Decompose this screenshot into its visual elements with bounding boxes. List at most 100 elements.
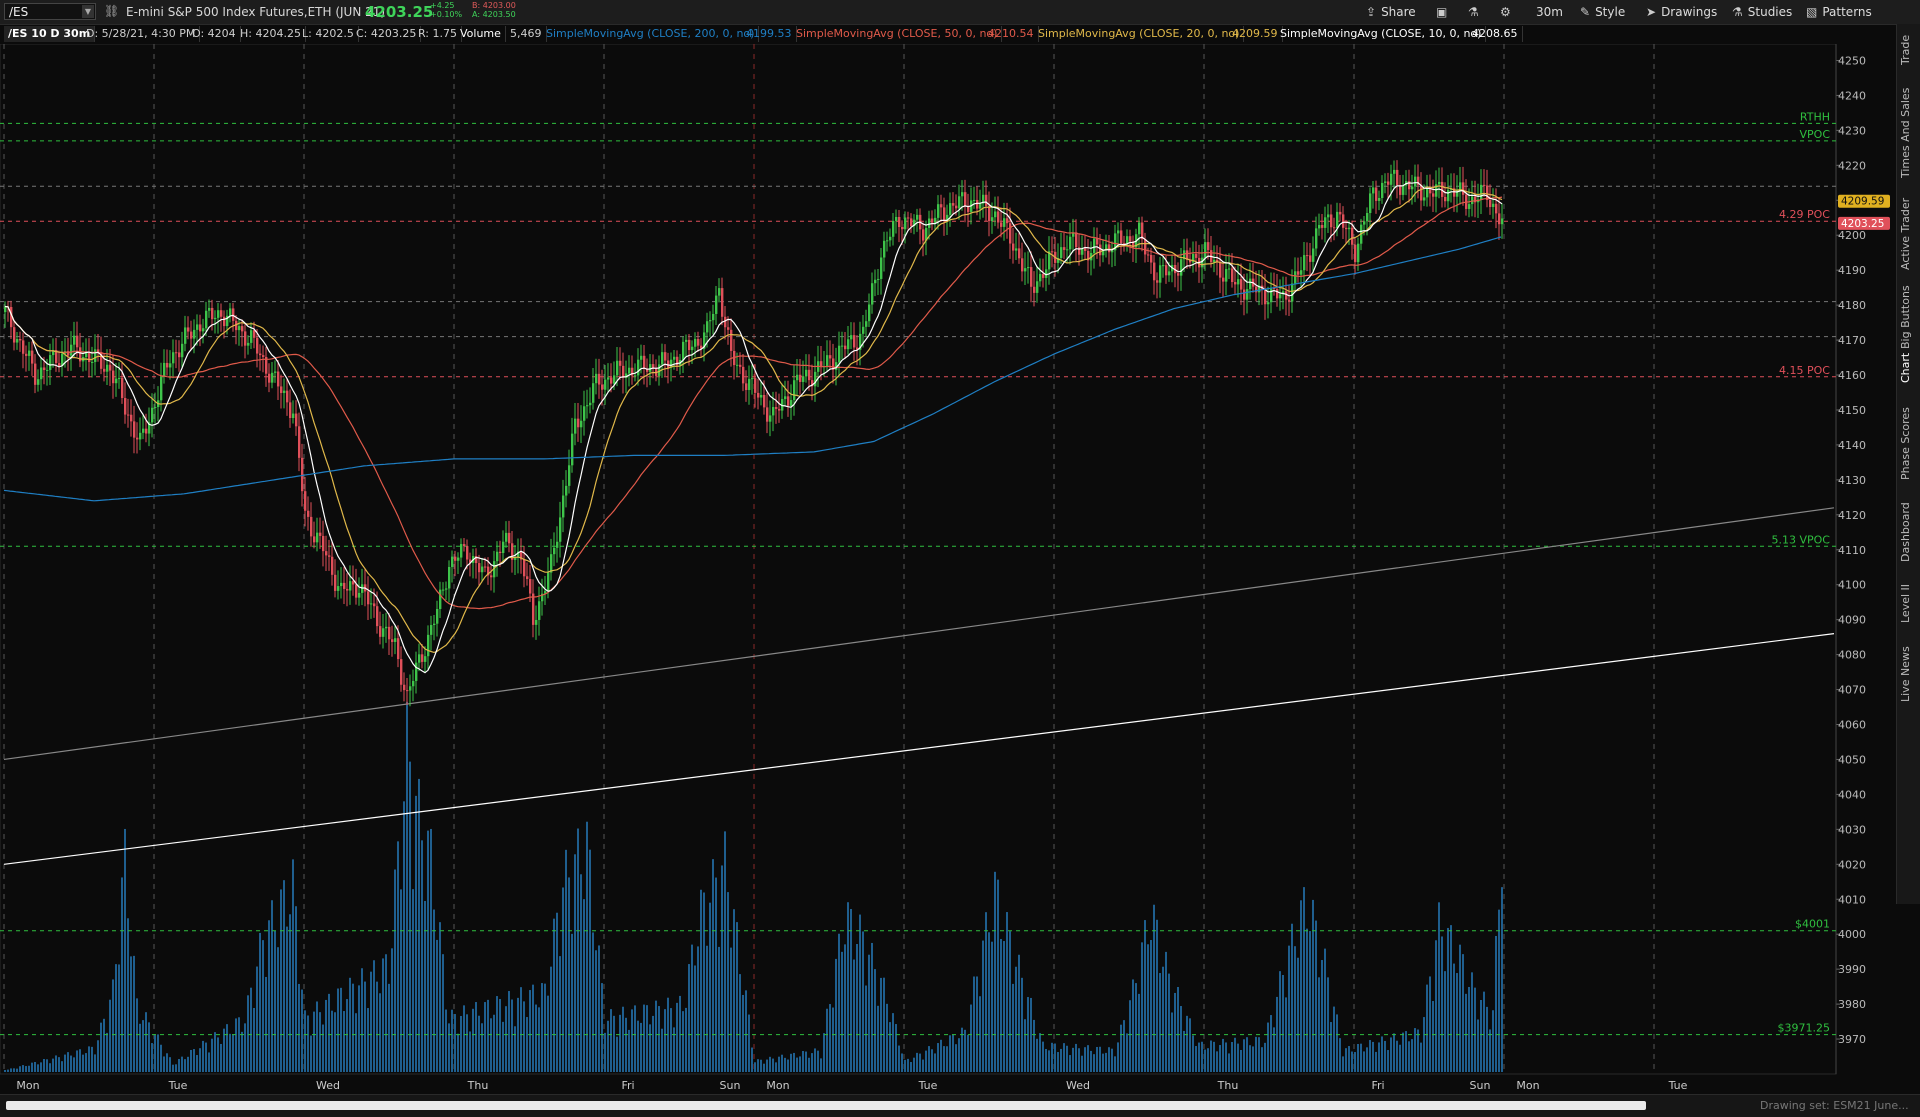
volume-bar: [1141, 942, 1143, 1072]
candle-body: [46, 369, 49, 371]
candle-body: [1324, 217, 1327, 228]
candle-body: [355, 584, 358, 598]
settings-button[interactable]: ⚙: [1500, 3, 1516, 21]
candle-body: [289, 402, 292, 419]
volume-bar: [1447, 927, 1449, 1072]
volume-bar: [514, 1026, 516, 1072]
volume-bar: [28, 1065, 30, 1072]
volume-bar: [34, 1061, 36, 1072]
candle-body: [505, 532, 508, 542]
candle-body: [565, 485, 568, 496]
candle-body: [112, 370, 115, 384]
volume-bar: [916, 1052, 918, 1072]
volume-bar: [1411, 1039, 1413, 1072]
volume-bar: [1390, 1037, 1392, 1072]
volume-bar: [457, 1033, 459, 1072]
sidebar-tab-phase-scores[interactable]: Phase Scores: [1899, 396, 1919, 492]
volume-bar: [691, 944, 693, 1072]
volume-bar: [604, 1032, 606, 1072]
volume-bar: [1213, 1041, 1215, 1072]
sidebar-tab-trade[interactable]: Trade: [1899, 30, 1919, 70]
candle-body: [1096, 238, 1099, 245]
candle-body: [1372, 187, 1375, 194]
sidebar-tab-times-and-sales[interactable]: Times And Sales: [1899, 78, 1919, 188]
volume-bar: [400, 889, 402, 1072]
volume-bar: [175, 1064, 177, 1072]
symbol-input[interactable]: /ES ▼: [4, 3, 96, 20]
y-tick-label: 4110: [1838, 544, 1866, 557]
candle-body: [568, 465, 571, 486]
y-tick-label: 4090: [1838, 614, 1866, 627]
volume-bar: [619, 1014, 621, 1072]
candle-body: [1009, 223, 1012, 244]
style-button[interactable]: ✎ Style: [1580, 3, 1625, 21]
volume-bar: [1429, 976, 1431, 1072]
candle-body: [418, 654, 421, 663]
volume-bar: [1198, 1042, 1200, 1072]
candle-body: [484, 566, 487, 568]
volume-bar: [814, 1048, 816, 1072]
candle-body: [892, 220, 895, 237]
volume-bar: [682, 1011, 684, 1072]
volume-bar: [1234, 1037, 1236, 1072]
y-tick-label: 4060: [1838, 719, 1866, 732]
sidebar-tab-level-2[interactable]: Level II: [1899, 570, 1919, 636]
volume-bar: [1453, 963, 1455, 1072]
volume-bar: [1294, 946, 1296, 1072]
sidebar-tab-dashboard[interactable]: Dashboard: [1899, 490, 1919, 574]
candle-body: [1315, 228, 1318, 249]
candle-body: [1129, 236, 1132, 242]
volume-bar: [1363, 1051, 1365, 1072]
timeframe-button[interactable]: 30m: [1536, 3, 1563, 21]
volume-bar: [1009, 931, 1011, 1072]
candle-body: [1270, 287, 1273, 303]
volume-bar: [277, 947, 279, 1072]
volume-bar: [865, 985, 867, 1072]
link-icon[interactable]: ⛓: [104, 4, 119, 18]
patterns-button[interactable]: ▧ Patterns: [1806, 3, 1872, 21]
volume-bar: [187, 1056, 189, 1072]
candle-body: [337, 586, 340, 591]
camera-button[interactable]: ▣: [1436, 3, 1452, 21]
volume-bar: [268, 920, 270, 1072]
candle-body: [796, 374, 799, 381]
sidebar-tab-active-trader[interactable]: Active Trader: [1899, 184, 1919, 284]
drawings-button[interactable]: ➤ Drawings: [1646, 3, 1717, 21]
studies-button[interactable]: ⚗ Studies: [1732, 3, 1792, 21]
volume-bar: [709, 902, 711, 1072]
volume-bar: [1369, 1040, 1371, 1072]
volume-bar: [49, 1063, 51, 1072]
candle-body: [406, 690, 409, 692]
candle-body: [616, 360, 619, 376]
volume-bar: [478, 1015, 480, 1072]
candle-body: [1195, 254, 1198, 258]
candle-body: [163, 362, 166, 377]
volume-bar: [493, 1014, 495, 1072]
candle-body: [757, 392, 760, 398]
volume-bar: [754, 1062, 756, 1072]
volume-bar: [490, 1018, 492, 1072]
candle-body: [583, 406, 586, 421]
chevron-down-icon[interactable]: ▼: [82, 5, 94, 18]
flask-button[interactable]: ⚗: [1468, 3, 1484, 21]
volume-bar: [1402, 1032, 1404, 1072]
sidebar-tab-live-news[interactable]: Live News: [1899, 634, 1919, 714]
sidebar-tab-chart[interactable]: Chart: [1899, 346, 1919, 390]
candle-body: [313, 536, 316, 543]
volume-bar: [658, 1006, 660, 1072]
volume-bar: [1471, 972, 1473, 1072]
volume-bar: [364, 981, 366, 1072]
volume-bar: [1318, 977, 1320, 1072]
share-button[interactable]: ⇪ Share: [1366, 3, 1416, 21]
candle-body: [577, 418, 580, 428]
volume-bar: [556, 912, 558, 1072]
candle-body: [1024, 268, 1027, 272]
volume-bar: [205, 1042, 207, 1072]
scroll-thumb[interactable]: [6, 1101, 1646, 1110]
style-icon: ✎: [1580, 5, 1591, 19]
candle-body: [1339, 211, 1342, 215]
volume-bar: [874, 969, 876, 1072]
chart-scrollbar[interactable]: Drawing set: ESM21 June...: [0, 1094, 1920, 1117]
price-chart[interactable]: 3970 3980 3990 4000 4010 4020 4030 4040 4050 4060…: [0, 44, 1896, 1094]
candle-body: [1318, 225, 1321, 229]
